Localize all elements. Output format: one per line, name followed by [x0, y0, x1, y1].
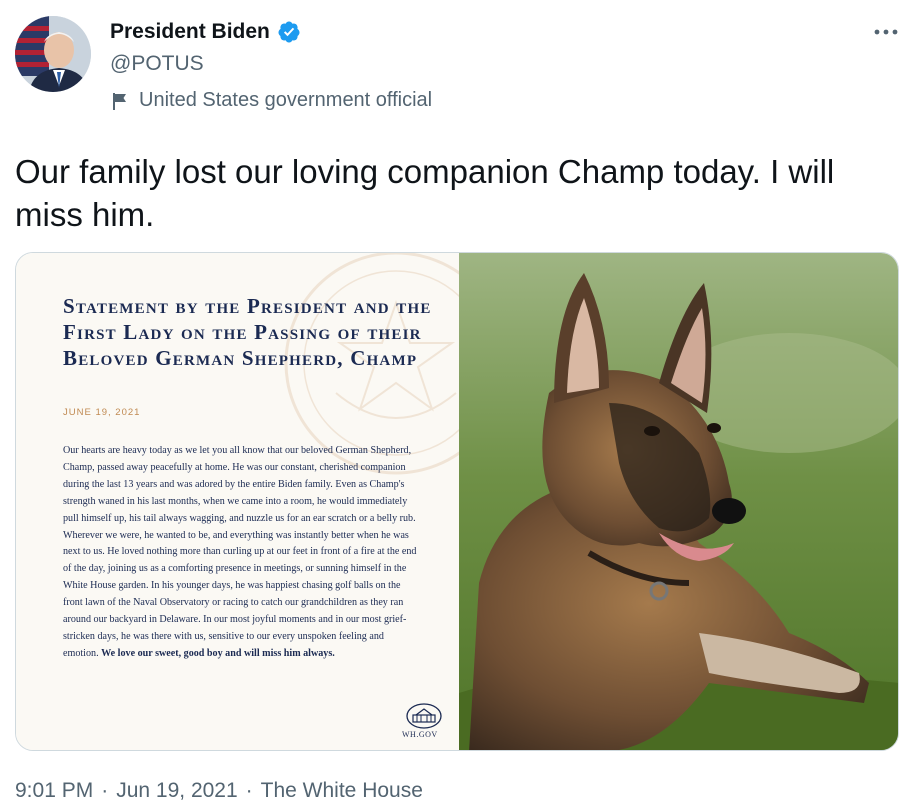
more-options-icon[interactable]: [872, 20, 900, 44]
tweet-text: Our family lost our loving companion Cha…: [15, 153, 835, 233]
government-label[interactable]: United States government official: [110, 89, 432, 112]
avatar-image: [15, 16, 91, 92]
tweet-media[interactable]: Statement by the President and the First…: [15, 252, 899, 751]
german-shepherd-photo: [459, 253, 898, 750]
statement-body: Our hearts are heavy today as we let you…: [63, 443, 421, 663]
flag-icon: [113, 92, 126, 110]
verified-badge-icon: [278, 21, 300, 43]
wh-gov-text: WH.GOV: [402, 730, 438, 739]
tweet-header: President Biden @POTUS United States gov…: [0, 0, 922, 130]
tweet-footer: 9:01 PM · Jun 19, 2021 · The White House: [15, 779, 423, 803]
dog-image: [459, 253, 898, 750]
statement-closing: We love our sweet, good boy and will mis…: [101, 647, 335, 659]
statement-image: Statement by the President and the First…: [16, 253, 459, 750]
statement-date: JUNE 19, 2021: [63, 407, 141, 418]
author-name[interactable]: President Biden: [110, 20, 270, 44]
government-label-text: United States government official: [139, 89, 433, 111]
author-handle[interactable]: @POTUS: [110, 52, 204, 76]
avatar[interactable]: [15, 16, 91, 92]
statement-title: Statement by the President and the First…: [63, 294, 432, 370]
tweet-source[interactable]: The White House: [261, 779, 423, 803]
tweet-time[interactable]: 9:01 PM: [15, 779, 93, 803]
tweet-date[interactable]: Jun 19, 2021: [116, 779, 237, 803]
footer-separator: ·: [101, 779, 109, 802]
statement-body-text: Our hearts are heavy today as we let you…: [63, 445, 417, 659]
author-row: President Biden: [110, 20, 301, 44]
footer-separator: ·: [245, 779, 253, 802]
